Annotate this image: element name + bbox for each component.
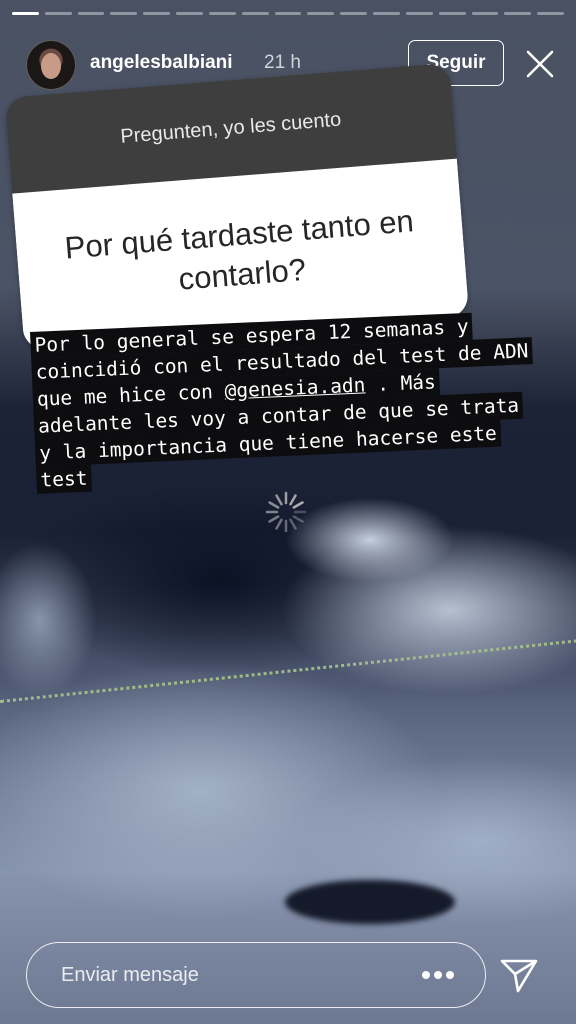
close-icon[interactable]	[520, 44, 560, 84]
progress-segment	[471, 12, 499, 15]
progress-segment	[208, 12, 236, 15]
story-progress-bar	[12, 12, 565, 15]
progress-segment	[12, 12, 39, 15]
avatar[interactable]	[26, 40, 76, 90]
ultrasound-measure-line	[0, 637, 576, 703]
progress-segment	[405, 12, 433, 15]
send-icon[interactable]	[498, 954, 540, 996]
progress-segment	[143, 12, 171, 15]
ultrasound-dark-region	[285, 880, 455, 924]
message-placeholder: Enviar mensaje	[61, 963, 199, 986]
progress-segment	[176, 12, 203, 15]
progress-segment	[77, 12, 105, 15]
progress-segment	[307, 12, 335, 15]
progress-segment	[110, 12, 138, 15]
progress-segment	[504, 12, 532, 15]
progress-segment	[537, 12, 565, 15]
progress-segment	[241, 12, 269, 15]
progress-segment	[340, 12, 368, 15]
username[interactable]: angelesbalbiani	[90, 52, 233, 74]
progress-segment	[438, 12, 466, 15]
question-sticker: Pregunten, yo les cuento Por qué tardast…	[4, 62, 470, 352]
mention-link[interactable]: @genesia.adn	[224, 373, 366, 402]
story-caption: Por lo general se espera 12 semanas y co…	[30, 309, 557, 494]
caption-line: test	[35, 464, 92, 494]
loading-spinner-icon	[264, 490, 308, 534]
progress-segment	[373, 12, 400, 15]
more-icon[interactable]	[418, 960, 458, 990]
message-input[interactable]: Enviar mensaje	[26, 942, 486, 1008]
progress-segment	[44, 12, 72, 15]
progress-segment	[274, 12, 302, 15]
post-time: 21 h	[264, 52, 301, 73]
